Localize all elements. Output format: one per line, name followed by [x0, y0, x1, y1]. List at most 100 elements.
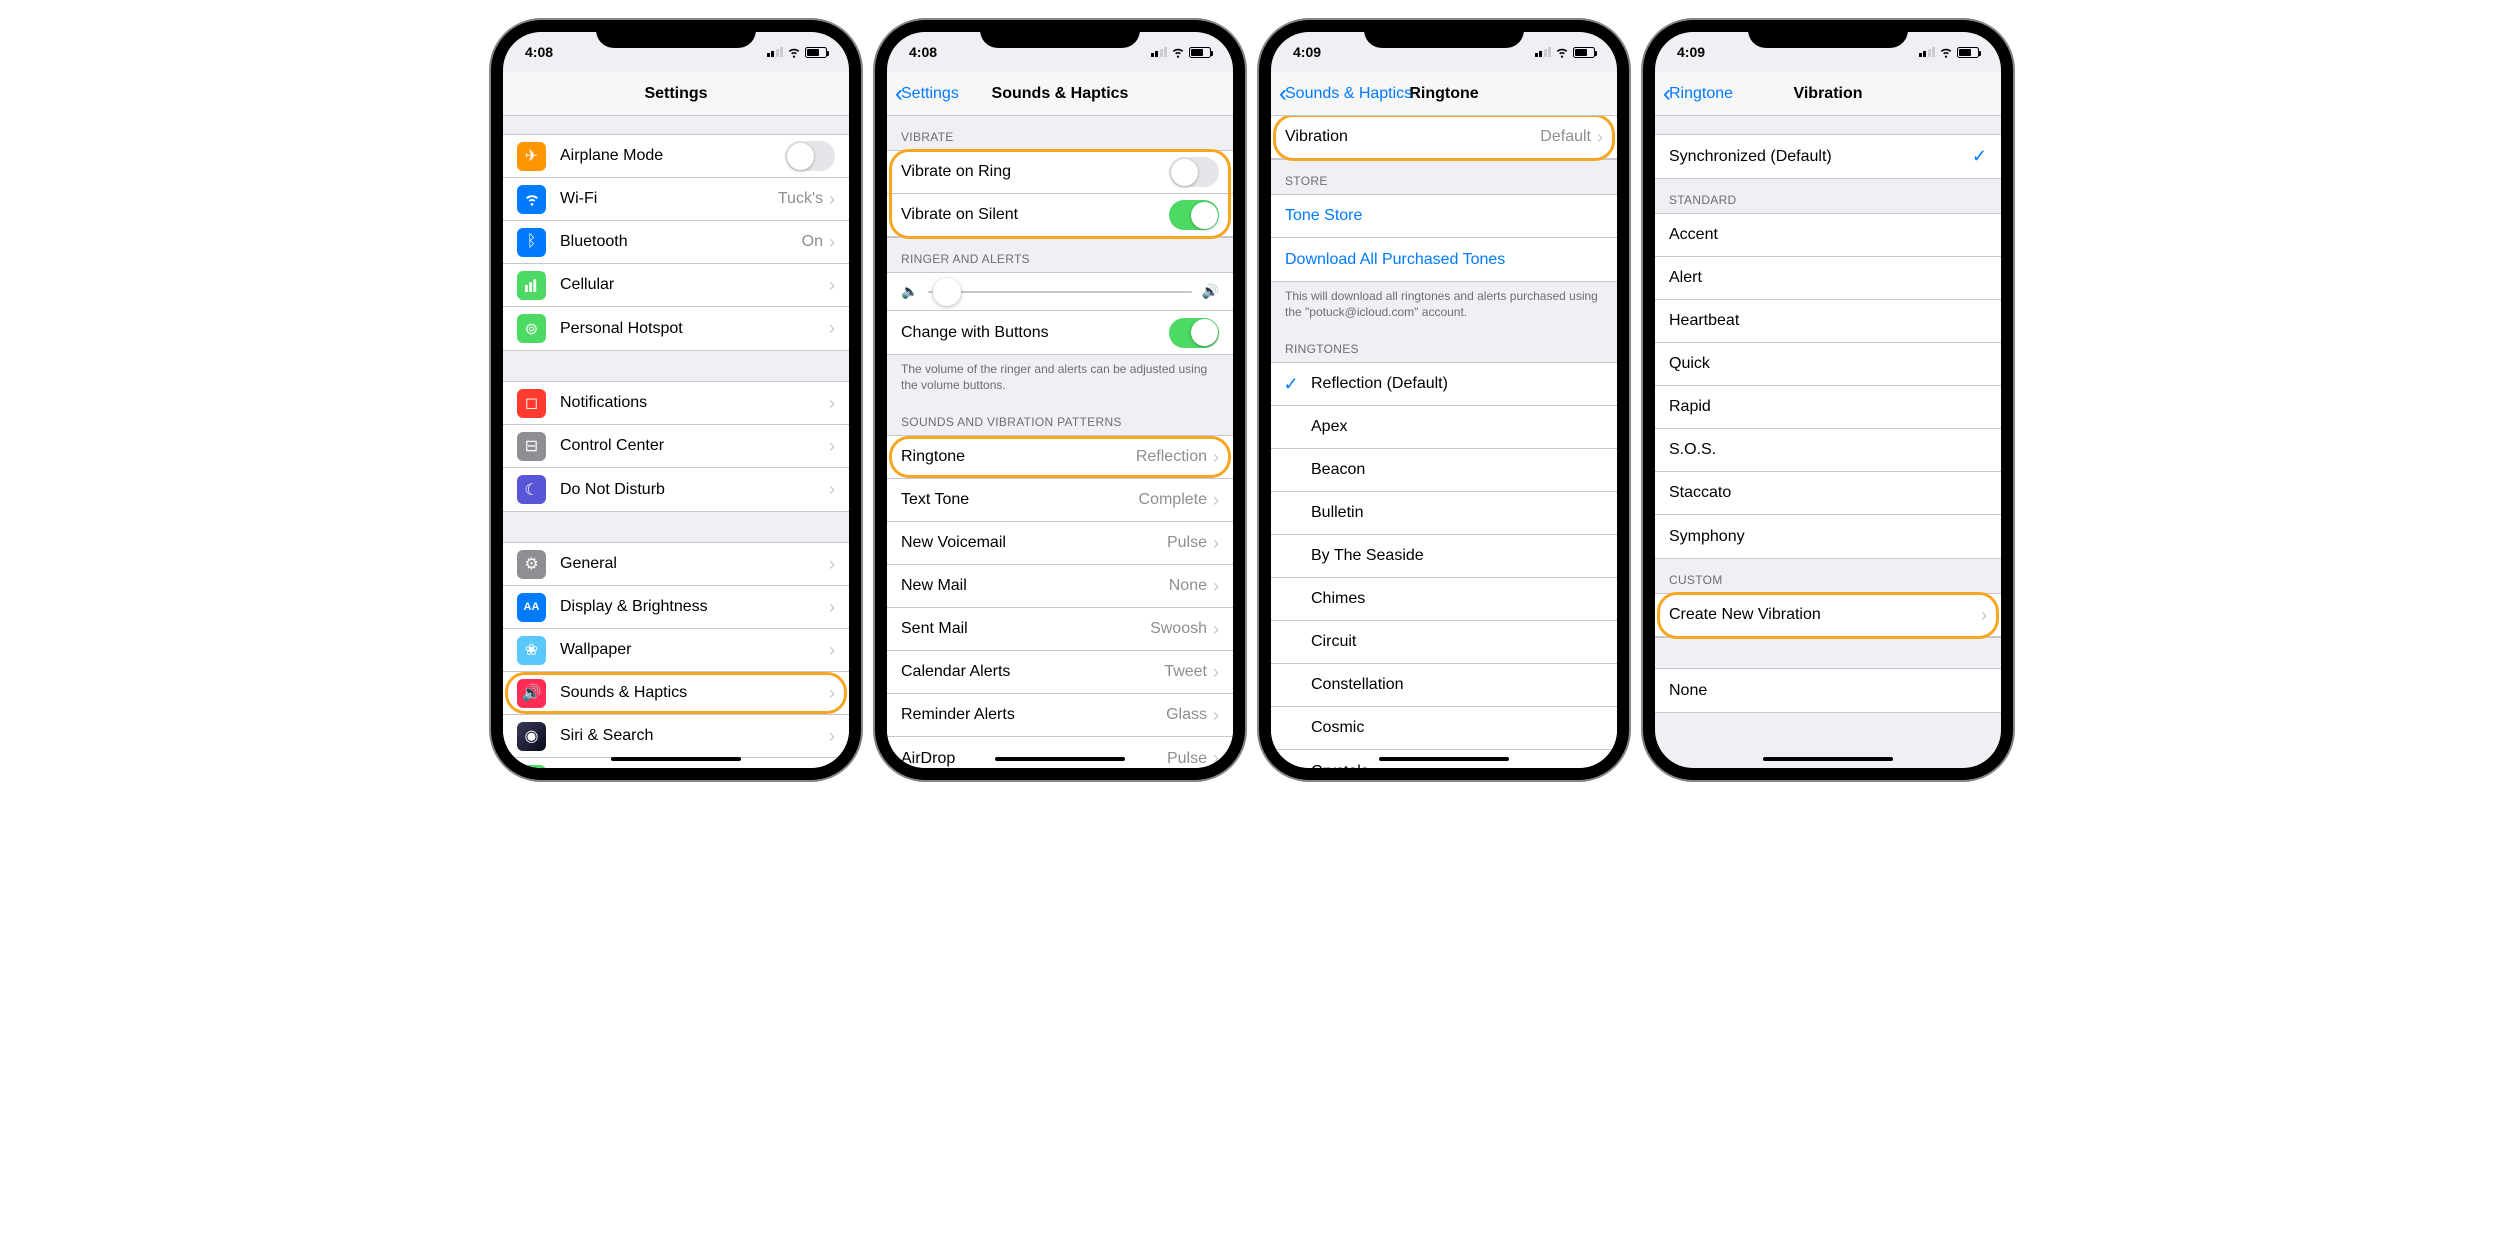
row-wifi[interactable]: Wi-Fi Tuck's › — [503, 178, 849, 221]
chevron-right-icon: › — [1213, 490, 1219, 511]
row-sent-mail[interactable]: Sent MailSwoosh› — [887, 608, 1233, 651]
wifi-row-icon — [517, 185, 546, 214]
faceid-icon: ☺︎ — [517, 765, 546, 769]
row-ringtone-item[interactable]: ✓Beacon — [1271, 449, 1617, 492]
wifi-icon — [1939, 45, 1953, 59]
home-indicator[interactable] — [1763, 757, 1893, 761]
row-display[interactable]: AA Display & Brightness › — [503, 586, 849, 629]
row-vibrate-silent[interactable]: Vibrate on Silent — [887, 194, 1233, 237]
wifi-icon — [787, 45, 801, 59]
row-vibration-item[interactable]: Accent — [1655, 214, 2001, 257]
row-vibration-item[interactable]: Alert — [1655, 257, 2001, 300]
row-ringtone-item[interactable]: ✓Reflection (Default) — [1271, 363, 1617, 406]
row-bluetooth[interactable]: ᛒ Bluetooth On › — [503, 221, 849, 264]
status-indicators — [1151, 45, 1212, 59]
row-control-center[interactable]: ⊟ Control Center › — [503, 425, 849, 468]
row-vibration-item[interactable]: Rapid — [1655, 386, 2001, 429]
back-button[interactable]: ‹Ringtone — [1663, 82, 1733, 106]
row-ringtone-item[interactable]: ✓By The Seaside — [1271, 535, 1617, 578]
row-change-buttons[interactable]: Change with Buttons — [887, 311, 1233, 354]
row-download-tones[interactable]: Download All Purchased Tones — [1271, 238, 1617, 281]
chevron-right-icon: › — [1213, 748, 1219, 768]
row-airplane-mode[interactable]: ✈︎ Airplane Mode — [503, 135, 849, 178]
status-indicators — [1919, 45, 1980, 59]
home-indicator[interactable] — [1379, 757, 1509, 761]
nav-bar: ‹Settings Sounds & Haptics — [887, 72, 1233, 116]
row-create-vibration[interactable]: Create New Vibration › — [1655, 594, 2001, 637]
row-ringtone[interactable]: Ringtone Reflection › — [887, 436, 1233, 479]
row-vibration-item[interactable]: Quick — [1655, 343, 2001, 386]
row-ringtone-item[interactable]: ✓Cosmic — [1271, 707, 1617, 750]
settings-list[interactable]: ✈︎ Airplane Mode Wi-Fi Tuck's › ᛒ Blueto… — [503, 116, 849, 768]
row-general[interactable]: ⚙︎ General › — [503, 543, 849, 586]
chevron-right-icon: › — [1213, 619, 1219, 640]
row-reminder-alerts[interactable]: Reminder AlertsGlass› — [887, 694, 1233, 737]
row-ringtone-item[interactable]: ✓Apex — [1271, 406, 1617, 449]
status-indicators — [1535, 45, 1596, 59]
row-volume-slider[interactable]: 🔈 🔊 — [887, 273, 1233, 311]
chevron-right-icon: › — [1597, 127, 1603, 148]
vibration-list[interactable]: Synchronized (Default) ✓ STANDARD Accent… — [1655, 116, 2001, 768]
speaker-low-icon: 🔈 — [901, 283, 918, 300]
status-time: 4:09 — [1677, 44, 1705, 60]
phone-4: 4:09 ‹Ringtone Vibration Synchronized (D… — [1643, 20, 2013, 780]
home-indicator[interactable] — [611, 757, 741, 761]
airplane-toggle[interactable] — [785, 141, 835, 171]
nav-bar: Settings — [503, 72, 849, 116]
notch — [980, 20, 1140, 48]
row-airdrop[interactable]: AirDropPulse› — [887, 737, 1233, 768]
row-vibrate-ring[interactable]: Vibrate on Ring — [887, 151, 1233, 194]
battery-icon — [1573, 47, 1595, 58]
hotspot-icon: ⊚ — [517, 314, 546, 343]
screen-vibration: 4:09 ‹Ringtone Vibration Synchronized (D… — [1655, 32, 2001, 768]
chevron-right-icon: › — [829, 597, 835, 618]
battery-icon — [1189, 47, 1211, 58]
home-indicator[interactable] — [995, 757, 1125, 761]
bluetooth-icon: ᛒ — [517, 228, 546, 257]
vibrate-silent-toggle[interactable] — [1169, 200, 1219, 230]
row-siri[interactable]: ◉ Siri & Search › — [503, 715, 849, 758]
row-wallpaper[interactable]: ❀ Wallpaper › — [503, 629, 849, 672]
back-button[interactable]: ‹Sounds & Haptics — [1279, 82, 1412, 106]
row-text-tone[interactable]: Text ToneComplete› — [887, 479, 1233, 522]
chevron-right-icon: › — [829, 436, 835, 457]
row-ringtone-item[interactable]: ✓Constellation — [1271, 664, 1617, 707]
row-ringtone-item[interactable]: ✓Circuit — [1271, 621, 1617, 664]
siri-icon: ◉ — [517, 722, 546, 751]
row-ringtone-item[interactable]: ✓Chimes — [1271, 578, 1617, 621]
row-calendar-alerts[interactable]: Calendar AlertsTweet› — [887, 651, 1233, 694]
row-new-voicemail[interactable]: New VoicemailPulse› — [887, 522, 1233, 565]
nav-bar: ‹Ringtone Vibration — [1655, 72, 2001, 116]
row-vibration-item[interactable]: Staccato — [1655, 472, 2001, 515]
sounds-list[interactable]: VIBRATE Vibrate on Ring Vibrate on Silen… — [887, 116, 1233, 768]
row-hotspot[interactable]: ⊚ Personal Hotspot › — [503, 307, 849, 350]
nav-title: Sounds & Haptics — [992, 85, 1129, 103]
row-ringtone-item[interactable]: ✓Bulletin — [1271, 492, 1617, 535]
chevron-right-icon: › — [829, 393, 835, 414]
row-vibration[interactable]: Vibration Default › — [1271, 116, 1617, 159]
header-ringtones: RINGTONES — [1271, 328, 1617, 362]
footer-download: This will download all ringtones and ale… — [1271, 282, 1617, 328]
row-none[interactable]: None — [1655, 669, 2001, 712]
row-sounds-haptics[interactable]: 🔊 Sounds & Haptics › — [503, 672, 849, 715]
change-buttons-toggle[interactable] — [1169, 318, 1219, 348]
row-vibration-item[interactable]: S.O.S. — [1655, 429, 2001, 472]
signal-icon — [1151, 47, 1168, 57]
phone-1: 4:08 Settings ✈︎ Airplane Mode Wi-Fi — [491, 20, 861, 780]
checkmark-icon: ✓ — [1279, 374, 1303, 395]
notch — [1748, 20, 1908, 48]
row-vibration-item[interactable]: Heartbeat — [1655, 300, 2001, 343]
row-new-mail[interactable]: New MailNone› — [887, 565, 1233, 608]
row-cellular[interactable]: Cellular › — [503, 264, 849, 307]
vibrate-ring-toggle[interactable] — [1169, 157, 1219, 187]
row-synchronized[interactable]: Synchronized (Default) ✓ — [1655, 135, 2001, 178]
ringtone-list[interactable]: Vibration Default › STORE Tone Store Dow… — [1271, 116, 1617, 768]
row-tone-store[interactable]: Tone Store — [1271, 195, 1617, 238]
volume-slider[interactable] — [928, 291, 1191, 293]
signal-icon — [767, 47, 784, 57]
row-dnd[interactable]: ☾ Do Not Disturb › — [503, 468, 849, 511]
back-button[interactable]: ‹Settings — [895, 82, 959, 106]
row-notifications[interactable]: ◻︎ Notifications › — [503, 382, 849, 425]
row-vibration-item[interactable]: Symphony — [1655, 515, 2001, 558]
header-custom: CUSTOM — [1655, 559, 2001, 593]
